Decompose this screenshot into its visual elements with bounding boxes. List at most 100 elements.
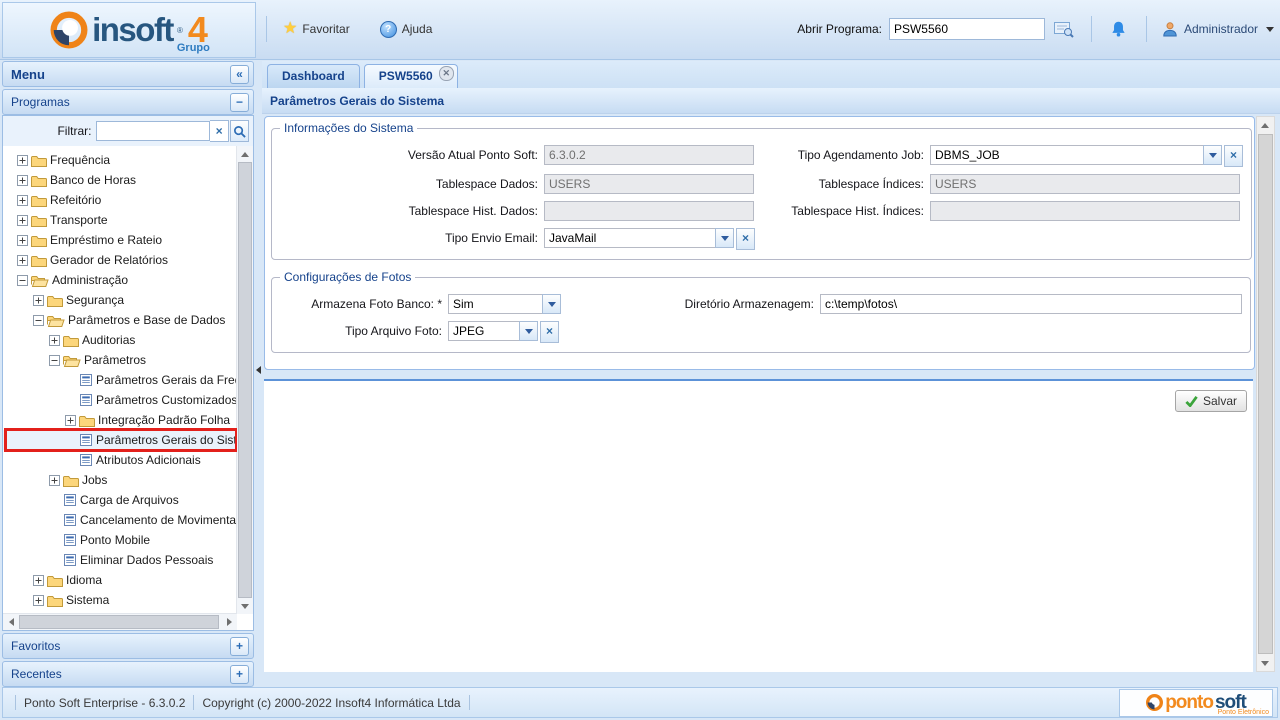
ts-dados-input [544, 174, 754, 194]
scrollbar-thumb[interactable] [238, 162, 252, 598]
scroll-down-icon[interactable] [1257, 655, 1273, 671]
tree-item-parametros-gerais-do-sistema[interactable]: Parâmetros Gerais do Sistema [3, 430, 237, 450]
tree-item-emprestimo-e-rateio[interactable]: Empréstimo e Rateio [3, 230, 237, 250]
tree-item-frequencia[interactable]: Frequência [3, 150, 237, 170]
tree-item-parametros-gerais-da-frequencia[interactable]: Parâmetros Gerais da Frequência [3, 370, 237, 390]
bell-icon[interactable] [1107, 18, 1131, 40]
collapse-left-icon[interactable]: « [230, 65, 249, 84]
tab-dashboard[interactable]: Dashboard [267, 64, 360, 88]
combo-arrow-icon[interactable] [542, 294, 561, 314]
filter-label: Filtrar: [7, 124, 96, 138]
tree-item-parametros-customizados[interactable]: Parâmetros Customizados [3, 390, 237, 410]
user-menu[interactable]: Administrador [1162, 21, 1274, 37]
save-button[interactable]: Salvar [1175, 390, 1247, 412]
combo-arrow-icon[interactable] [715, 228, 734, 248]
tree-item-label: Parâmetros Gerais do Sistema [96, 433, 237, 447]
application-window: insoft®4 Grupo ★ Favoritar ? Ajuda Abrir… [0, 0, 1280, 720]
tree-item-parametros[interactable]: Parâmetros [3, 350, 237, 370]
expander-plus-icon[interactable] [65, 415, 77, 426]
tree-horizontal-scrollbar[interactable] [3, 613, 237, 630]
expander-plus-icon[interactable] [49, 475, 61, 486]
expander-plus-icon[interactable] [33, 575, 45, 586]
tree-item-auditorias[interactable]: Auditorias [3, 330, 237, 350]
favorite-button[interactable]: ★ Favoritar [275, 18, 358, 40]
tipo-arquivo-combo[interactable]: JPEG [448, 321, 538, 341]
versao-input [544, 145, 754, 165]
tree-item-integracao-padrao-folha[interactable]: Integração Padrão Folha [3, 410, 237, 430]
page-title: Parâmetros Gerais do Sistema [270, 94, 444, 108]
open-program-icon[interactable] [1052, 18, 1076, 40]
clear-icon[interactable]: × [210, 120, 228, 142]
clear-field-icon[interactable]: × [1224, 145, 1243, 167]
expand-section-icon[interactable]: + [230, 637, 249, 656]
expander-plus-icon[interactable] [33, 595, 45, 606]
content-vertical-scrollbar[interactable] [1256, 116, 1275, 672]
tree-item-seguranca[interactable]: Segurança [3, 290, 237, 310]
programs-panel-header[interactable]: Programas − [2, 89, 254, 115]
sidebar-collapse-handle[interactable] [254, 361, 263, 379]
tree-item-banco-de-horas[interactable]: Banco de Horas [3, 170, 237, 190]
help-button[interactable]: ? Ajuda [372, 17, 441, 42]
agendamento-combo[interactable]: DBMS_JOB [930, 145, 1222, 165]
scroll-up-icon[interactable] [1257, 117, 1273, 133]
ts-indices-label: Tablespace Índices: [754, 174, 930, 194]
tree-item-label: Carga de Arquivos [80, 493, 179, 507]
expand-section-icon[interactable]: + [230, 665, 249, 684]
tree-item-administracao[interactable]: Administração [3, 270, 237, 290]
expander-minus-icon[interactable] [17, 275, 29, 286]
filter-input[interactable] [96, 121, 210, 141]
expander-plus-icon[interactable] [17, 195, 29, 206]
combo-arrow-icon[interactable] [519, 321, 538, 341]
form-icon [79, 453, 93, 467]
tree-filter-row: Filtrar: × [3, 116, 253, 146]
scrollbar-thumb[interactable] [19, 615, 219, 629]
tree-item-cancelamento-de-movimentacoes[interactable]: Cancelamento de Movimentações [3, 510, 237, 530]
expander-plus-icon[interactable] [17, 175, 29, 186]
search-icon[interactable] [230, 120, 249, 142]
star-icon: ★ [283, 22, 297, 36]
header-right-toolbar: Abrir Programa: [797, 0, 1274, 58]
scroll-right-icon[interactable] [221, 614, 237, 630]
expander-minus-icon[interactable] [33, 315, 45, 326]
armazena-combo[interactable]: Sim [448, 294, 561, 314]
expander-plus-icon[interactable] [17, 255, 29, 266]
clear-field-icon[interactable]: × [736, 228, 755, 250]
tree-item-sistema[interactable]: Sistema [3, 590, 237, 610]
expander-plus-icon[interactable] [33, 295, 45, 306]
tree-item-transporte[interactable]: Transporte [3, 210, 237, 230]
expander-plus-icon[interactable] [17, 235, 29, 246]
recents-panel-header[interactable]: Recentes + [2, 661, 254, 687]
expander-plus-icon[interactable] [49, 335, 61, 346]
scroll-up-icon[interactable] [237, 146, 253, 162]
collapse-section-icon[interactable]: − [230, 93, 249, 112]
tree-item-ponto-mobile[interactable]: Ponto Mobile [3, 530, 237, 550]
scroll-left-icon[interactable] [3, 614, 19, 630]
tree-item-idioma[interactable]: Idioma [3, 570, 237, 590]
expander-plus-icon[interactable] [17, 215, 29, 226]
favorites-panel-header[interactable]: Favoritos + [2, 633, 254, 659]
combo-arrow-icon[interactable] [1203, 145, 1222, 165]
tree-vertical-scrollbar[interactable] [236, 146, 253, 614]
scrollbar-thumb[interactable] [1258, 134, 1273, 654]
expander-minus-icon[interactable] [49, 355, 61, 366]
tree-item-gerador-de-relatorios[interactable]: Gerador de Relatórios [3, 250, 237, 270]
clear-field-icon[interactable]: × [540, 321, 559, 343]
tree-item-parametros-e-base-de-dados[interactable]: Parâmetros e Base de Dados [3, 310, 237, 330]
tree-item-carga-de-arquivos[interactable]: Carga de Arquivos [3, 490, 237, 510]
tab-psw5560[interactable]: PSW5560 ✕ [364, 64, 458, 88]
scroll-down-icon[interactable] [237, 598, 253, 614]
tree-item-atributos-adicionais[interactable]: Atributos Adicionais [3, 450, 237, 470]
expander-plus-icon[interactable] [17, 155, 29, 166]
tree-item-eliminar-dados-pessoais[interactable]: Eliminar Dados Pessoais [3, 550, 237, 570]
versao-label: Versão Atual Ponto Soft: [280, 145, 544, 165]
tab-close-icon[interactable]: ✕ [439, 66, 454, 81]
diretorio-input[interactable] [820, 294, 1242, 314]
open-program-input[interactable] [889, 18, 1045, 40]
toolbar-separator [1091, 16, 1092, 42]
tree-item-jobs[interactable]: Jobs [3, 470, 237, 490]
tree-item-label: Ponto Mobile [80, 533, 150, 547]
folder-icon [47, 574, 63, 587]
ts-dados-label: Tablespace Dados: [280, 174, 544, 194]
tree-item-refeitorio[interactable]: Refeitório [3, 190, 237, 210]
envio-email-combo[interactable]: JavaMail [544, 228, 734, 248]
